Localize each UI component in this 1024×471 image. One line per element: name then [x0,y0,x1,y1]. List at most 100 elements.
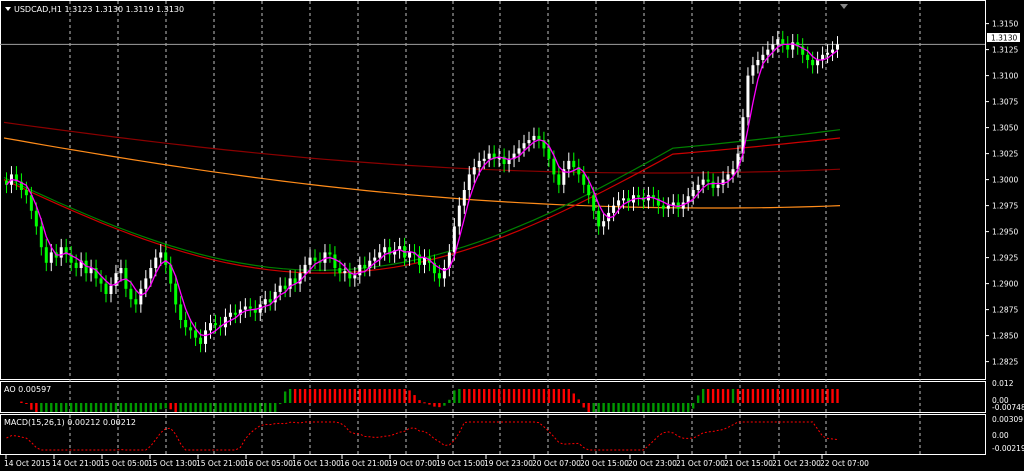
ao-bar [45,403,48,412]
ao-bar [711,389,715,403]
ao-bar [463,389,466,403]
ao-bar [25,403,28,404]
ao-bar [30,403,33,410]
time-tick-label: 16 Oct 21:00 [340,459,389,468]
candle-body [597,210,601,227]
ao-bar [199,403,202,412]
ao-bar [154,403,157,412]
candle-body [333,254,337,268]
macd-axis-label: 0.00 [992,431,1009,440]
ao-bar [74,403,78,412]
ao-bar [672,403,675,412]
candle-body [278,285,282,292]
ao-bar [403,389,406,403]
candle-body [303,264,307,274]
time-tick-label: 21 Oct 15:00 [724,459,773,468]
ao-bar [234,403,237,412]
ao-bar [169,403,172,410]
ao-bar [189,403,192,412]
ao-bar [771,389,775,403]
time-tick-label: 21 Oct 23:00 [772,459,821,468]
candle-body [517,148,521,154]
time-tick-label: 14 Oct 2015 [4,459,51,468]
ao-bar [358,389,361,403]
ao-bar [35,403,38,412]
price-tick-label: 1.2950 [992,228,1018,237]
ao-bar [766,389,770,403]
ao-bar [249,403,252,412]
ao-bar [592,403,595,412]
ao-bar [398,389,401,403]
ao-bar [512,389,516,403]
candle-body [233,312,237,315]
ao-bar [89,403,93,412]
ao-bar [522,389,526,403]
time-tick-label: 15 Oct 13:00 [148,459,197,468]
ao-bar [502,389,506,403]
candle-body [831,49,835,53]
ao-bar [239,403,242,412]
time-tick-label: 16 Oct 05:00 [244,459,293,468]
ao-bar [806,389,809,403]
price-tick-label: 1.2900 [992,280,1018,289]
price-tick-label: 1.2925 [992,254,1018,263]
time-tick-label: 21 Oct 07:00 [676,459,725,468]
time-axis: 14 Oct 2015 14 Oct 21:00 15 Oct 05:00 15 Oc… [4,455,869,468]
ao-bar [597,403,600,412]
candle-body [731,169,735,175]
ao-bar [642,403,645,412]
ao-bar [721,389,725,403]
time-tick-label: 16 Oct 13:00 [292,459,341,468]
ao-bar [547,389,551,403]
candle-body [457,205,461,227]
ao-bar [746,389,750,403]
dropdown-triangle-icon[interactable] [5,7,11,11]
ao-bar [209,403,212,412]
ao-bar [204,403,207,412]
ao-bar [99,403,103,412]
price-axis: 1.3150 1.3125 1.3100 1.3075 1.3050 1.3025 1.30… [985,20,1024,453]
ao-bar [438,403,441,408]
candle-body [119,268,123,274]
candle-body [826,52,830,55]
price-tick-label: 1.2850 [992,332,1018,341]
candle-body [811,60,815,66]
ao-bar [278,403,282,405]
ao-bar [478,389,481,403]
ao-bar [443,403,446,406]
time-tick-label: 19 Oct 15:00 [436,459,485,468]
candle-body [104,283,108,294]
candle-body [179,304,183,320]
ao-bar [433,403,436,407]
candle-body [24,190,28,196]
ao-axis-label: 0.012 [992,379,1014,388]
price-tick-label: 1.3100 [992,72,1018,81]
ao-bar [60,403,63,412]
ao-bar [408,390,411,403]
ao-bar [587,403,590,412]
ao-bar [537,389,541,403]
ao-histogram [20,389,839,412]
shift-marker-icon[interactable] [840,4,848,9]
ao-bar [816,389,819,403]
candle-body [452,226,456,253]
candle-body [592,195,596,211]
ao-bar [622,403,625,412]
chart-canvas[interactable]: 1.3150 1.3125 1.3100 1.3075 1.3050 1.3025 1.30… [0,0,1024,471]
ao-bar [492,389,496,403]
candle-body [283,285,287,289]
candle-body [353,275,357,279]
ao-bar [20,401,23,403]
vertical-grid [69,1,921,454]
candle-body [268,299,272,303]
candle-body [34,210,38,227]
ao-bar [652,403,655,412]
ao-bar [637,403,640,412]
ao-bar [731,389,735,403]
candle-body [527,140,531,144]
candle-body [378,252,382,258]
ao-bar [343,389,347,403]
ao-bar [55,403,58,412]
ao-bar [159,403,162,410]
candle-body [99,278,103,284]
